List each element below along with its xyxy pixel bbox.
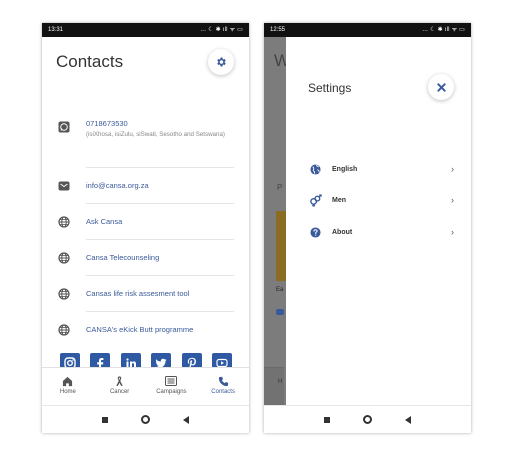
link-label[interactable]: Cansa Telecounseling (86, 253, 159, 262)
chevron-right-icon: › (451, 195, 454, 205)
status-bar: 13:31 … ☾ ✱ ıll ᯤ ▭ (42, 23, 249, 37)
system-navigation-bar (264, 405, 471, 433)
phone-languages: (isiXhosa, isiZulu, siSwati, Sesotho and… (86, 131, 225, 138)
system-navigation-bar (42, 405, 249, 433)
home-icon (62, 375, 73, 387)
globe-icon (56, 322, 72, 338)
recents-button[interactable] (102, 416, 108, 423)
status-time: 13:31 (48, 27, 64, 33)
divider (86, 239, 234, 240)
globe-icon (56, 250, 72, 266)
setting-label: Men (332, 196, 346, 204)
background-text-fragment: H (278, 379, 283, 385)
background-text-fragment: Ea (276, 287, 284, 293)
setting-language[interactable]: English › (308, 162, 454, 176)
bottom-navigation: Home Cancer Campaigns Contacts (42, 367, 249, 404)
back-button[interactable] (183, 415, 189, 424)
background-card (276, 211, 286, 281)
globe-icon (308, 162, 322, 176)
phone-icon (218, 375, 229, 387)
whatsapp-icon (56, 119, 72, 135)
contact-email-row[interactable]: info@cansa.org.za (56, 178, 234, 194)
nav-contacts[interactable]: Contacts (197, 368, 249, 404)
help-icon (308, 225, 322, 239)
page-title: Contacts (56, 52, 124, 71)
divider (86, 311, 234, 312)
settings-drawer: Settings English › Men › About › (286, 37, 471, 405)
contact-phone-row[interactable]: 0718673530 (isiXhosa, isiZulu, siSwati, … (56, 119, 236, 138)
campaigns-icon (165, 375, 178, 387)
globe-icon (56, 214, 72, 230)
setting-label: English (332, 165, 358, 173)
setting-about[interactable]: About › (308, 225, 454, 239)
divider (86, 275, 234, 276)
nav-cancer[interactable]: Cancer (94, 368, 146, 404)
chevron-right-icon: › (451, 227, 454, 237)
phone-number-link[interactable]: 0718673530 (86, 119, 236, 128)
contact-link-row[interactable]: CANSA's eKick Butt programme (56, 322, 234, 338)
contacts-screen: Contacts 0718673530 (isiXhosa, isiZulu, … (42, 37, 249, 390)
contact-link-row[interactable]: Cansas life risk assesment tool (56, 286, 234, 302)
recents-button[interactable] (324, 416, 330, 423)
nav-home[interactable]: Home (42, 368, 94, 404)
nav-label: Contacts (211, 389, 235, 395)
globe-icon (56, 286, 72, 302)
setting-gender[interactable]: Men › (308, 193, 454, 207)
link-label[interactable]: Cansas life risk assesment tool (86, 289, 189, 298)
nav-label: Cancer (109, 389, 130, 395)
settings-button[interactable] (208, 49, 234, 75)
email-icon (56, 178, 72, 194)
contact-link-row[interactable]: Ask Cansa (56, 214, 234, 230)
background-text-fragment: P (277, 183, 283, 192)
status-icons: … ☾ ✱ ıll ᯤ ▭ (200, 27, 243, 33)
home-button[interactable] (363, 415, 372, 424)
ribbon-icon (114, 375, 125, 387)
nav-label: Home (59, 389, 76, 395)
link-label[interactable]: Ask Cansa (86, 217, 122, 226)
back-button[interactable] (405, 415, 411, 424)
divider (86, 167, 234, 168)
contacts-phone: 13:31 … ☾ ✱ ıll ᯤ ▭ Contacts 0718673530 … (42, 23, 249, 433)
close-icon (436, 82, 446, 92)
background-chip (276, 309, 284, 315)
setting-label: About (332, 228, 353, 236)
divider (86, 203, 234, 204)
gear-icon (217, 57, 226, 67)
home-button[interactable] (141, 415, 150, 424)
settings-title: Settings (308, 81, 352, 95)
status-time: 12:55 (270, 27, 286, 33)
nav-label: Campaigns (156, 389, 187, 395)
link-label[interactable]: CANSA's eKick Butt programme (86, 325, 193, 334)
contact-link-row[interactable]: Cansa Telecounseling (56, 250, 234, 266)
screenshot-stage: 13:31 … ☾ ✱ ıll ᯤ ▭ Contacts 0718673530 … (0, 0, 512, 455)
status-icons: … ☾ ✱ ıll ᯤ ▭ (422, 27, 465, 33)
gender-icon (308, 193, 322, 207)
status-bar: 12:55 … ☾ ✱ ıll ᯤ ▭ (264, 23, 471, 37)
nav-campaigns[interactable]: Campaigns (146, 368, 198, 404)
settings-phone: 12:55 … ☾ ✱ ıll ᯤ ▭ W P Ea H Settings En… (264, 23, 471, 433)
background-nav (264, 367, 284, 405)
email-link[interactable]: info@cansa.org.za (86, 181, 149, 190)
chevron-right-icon: › (451, 164, 454, 174)
close-button[interactable] (428, 74, 454, 100)
